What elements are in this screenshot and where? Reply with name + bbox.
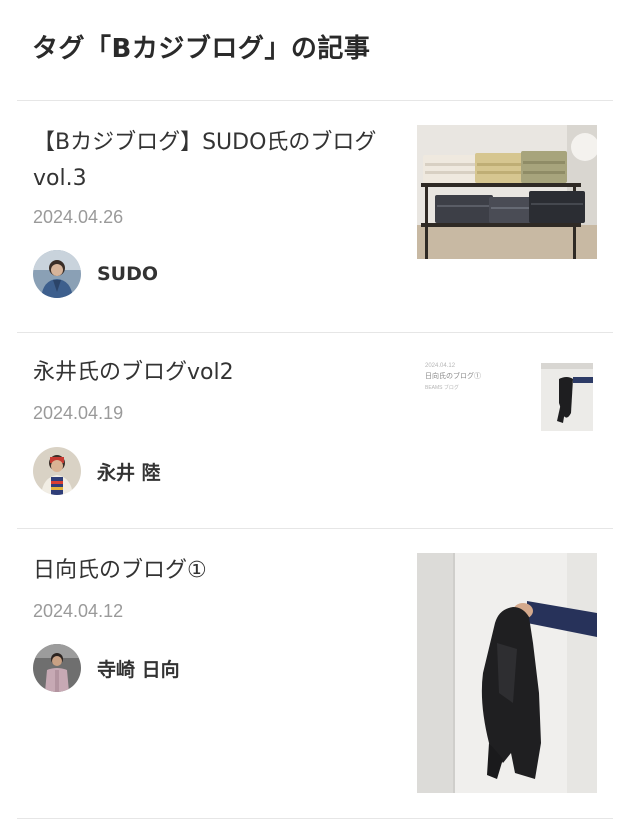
article-date: 2024.04.19 — [33, 403, 124, 423]
author-name: 永井 陸 — [97, 461, 161, 484]
article-thumbnail[interactable]: 2024.04.12 日向氏のブログ① BEAMS ブログ — [417, 355, 597, 435]
article-card[interactable]: 永井氏のブログvol2 2024.04.19 永井 陸 2024.04.12 日… — [17, 333, 613, 529]
article-card[interactable]: 【Bカジブログ】SUDO氏のブログvol.3 2024.04.26 SUDO — [17, 101, 613, 332]
page-title: タグ「Bカジブログ」の記事 — [32, 34, 371, 64]
article-title[interactable]: 日向氏のブログ① — [33, 553, 393, 589]
divider — [17, 818, 613, 819]
article-thumbnail[interactable] — [417, 125, 597, 259]
article-title[interactable]: 永井氏のブログvol2 — [33, 355, 393, 391]
thumb-date: 2024.04.12 — [425, 363, 456, 369]
author-name: SUDO — [97, 263, 159, 285]
author[interactable]: SUDO — [33, 250, 158, 298]
article-thumbnail[interactable] — [417, 553, 597, 793]
author-name: 寺崎 日向 — [97, 658, 180, 681]
article-date: 2024.04.12 — [33, 601, 124, 621]
author[interactable]: 永井 陸 — [33, 447, 161, 495]
author[interactable]: 寺崎 日向 — [33, 644, 180, 692]
avatar — [33, 250, 81, 298]
article-card[interactable]: 日向氏のブログ① 2024.04.12 寺崎 日向 — [17, 529, 613, 819]
avatar — [33, 644, 81, 692]
avatar — [33, 447, 81, 495]
thumb-title: 日向氏のブログ① — [425, 373, 481, 380]
article-title[interactable]: 【Bカジブログ】SUDO氏のブログvol.3 — [33, 125, 393, 197]
thumb-sub: BEAMS ブログ — [425, 385, 459, 391]
article-date: 2024.04.26 — [33, 207, 124, 227]
